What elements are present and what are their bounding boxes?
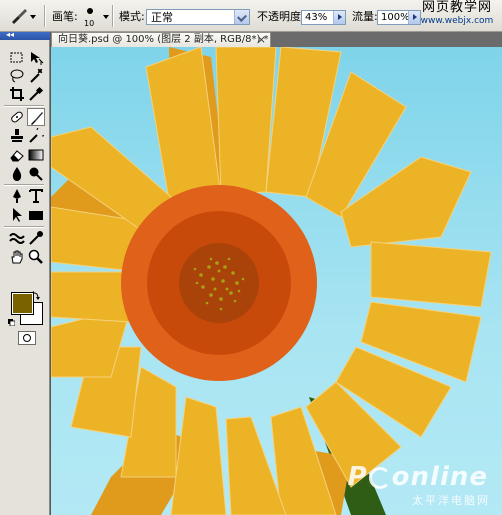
default-colors-icon[interactable]: [8, 316, 16, 327]
brush-tip-icon: [87, 8, 93, 14]
path-selection-tool-icon[interactable]: [8, 206, 26, 224]
document-tab[interactable]: 向日葵.psd @ 100% (图层 2 副本, RGB/8*) * ×: [51, 32, 271, 47]
canvas[interactable]: Ponline 太平洋电脑网: [51, 47, 502, 515]
toolbox-separator: [4, 226, 44, 228]
rectangle-tool-icon[interactable]: [27, 206, 45, 224]
foreground-color-swatch[interactable]: [11, 292, 34, 315]
pconline-watermark: Ponline: [348, 463, 488, 491]
blur-tool-icon[interactable]: [8, 165, 26, 183]
quick-mask-icon[interactable]: [18, 331, 36, 345]
mode-select[interactable]: 正常: [146, 9, 250, 25]
gradient-tool-icon[interactable]: [27, 146, 45, 164]
flow-value: 100%: [381, 12, 410, 23]
opacity-value: 43%: [305, 12, 328, 23]
sunflower-artwork: [51, 47, 492, 515]
pconline-c-logo-icon: [368, 467, 391, 489]
mode-value: 正常: [151, 11, 173, 24]
lasso-tool-icon[interactable]: [8, 67, 26, 85]
document-title: 向日葵.psd @ 100% (图层 2 副本, RGB/8*) *: [58, 34, 269, 45]
pconline-watermark-prefix: P: [347, 462, 368, 492]
eyedropper-tool-icon[interactable]: [27, 85, 45, 103]
move-tool-icon[interactable]: [27, 49, 45, 67]
collapse-icon[interactable]: ◂◂: [6, 30, 14, 40]
zoom-tool-icon[interactable]: [27, 248, 45, 266]
clone-stamp-tool-icon[interactable]: [8, 127, 26, 145]
pen-tool-icon[interactable]: [8, 187, 26, 205]
brush-preset-picker[interactable]: 10: [80, 5, 100, 29]
crop-tool-icon[interactable]: [8, 85, 26, 103]
hand-tool-icon[interactable]: [8, 248, 26, 266]
pconline-watermark-suffix: online: [391, 462, 488, 492]
eyedropper-sample-icon[interactable]: [27, 229, 45, 247]
disk-center: [179, 243, 259, 323]
close-icon[interactable]: ×: [257, 33, 266, 47]
brush-icon: [12, 9, 36, 24]
flow-label: 流量:: [352, 10, 378, 23]
tool-preset-picker[interactable]: [6, 6, 36, 26]
toolbox-separator: [4, 184, 44, 186]
history-brush-tool-icon[interactable]: [27, 127, 45, 145]
brush-label: 画笔:: [52, 10, 78, 23]
healing-brush-tool-icon[interactable]: [8, 108, 26, 126]
brush-tool-icon[interactable]: [27, 108, 45, 126]
brush-size-value: 10: [84, 19, 95, 28]
chevron-down-icon[interactable]: [234, 10, 249, 24]
eraser-tool-icon[interactable]: [8, 146, 26, 164]
dodge-tool-icon[interactable]: [27, 165, 45, 183]
pconline-watermark-sub: 太平洋电脑网: [412, 494, 490, 507]
site-watermark: 网页教学网 www.webjx.com: [414, 0, 500, 31]
brush-dropdown-arrow-icon[interactable]: [103, 15, 109, 19]
marquee-tool-icon[interactable]: [8, 49, 26, 67]
site-watermark-url: www.webjx.com: [420, 16, 494, 26]
notes-tool-icon[interactable]: [8, 229, 26, 247]
opacity-field[interactable]: 43%: [301, 10, 346, 25]
opacity-label: 不透明度:: [257, 10, 305, 23]
site-watermark-name: 网页教学网: [421, 0, 492, 15]
type-tool-icon[interactable]: [27, 187, 45, 205]
mode-label: 模式:: [119, 10, 145, 23]
toolbox-separator: [4, 105, 44, 107]
toolbox-grip[interactable]: ◂◂: [0, 30, 50, 40]
options-bar: 画笔: 10 模式: 正常 不透明度: 43% 流量: 100% 网页教学网 w…: [0, 0, 502, 32]
magic-wand-tool-icon[interactable]: [27, 67, 45, 85]
opacity-slider-arrow-icon[interactable]: [333, 11, 345, 24]
options-separator: [112, 5, 114, 27]
toolbox: ◂◂: [0, 30, 50, 515]
options-separator: [44, 5, 46, 27]
